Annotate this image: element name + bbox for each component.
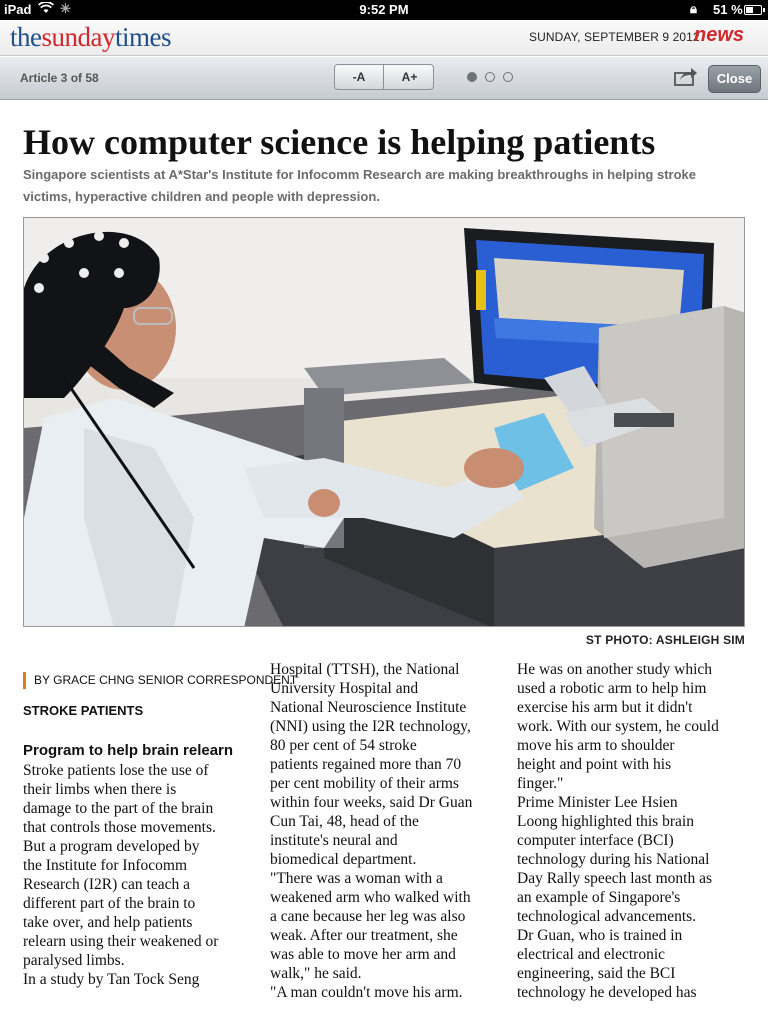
newspaper-logo: thesundaytimes bbox=[10, 22, 172, 52]
body-column-3: He was on another study which used a rob… bbox=[517, 661, 719, 1001]
body-column-1: Stroke patients lose the use of their li… bbox=[23, 762, 219, 988]
article-headline: How computer science is helping patients bbox=[23, 122, 656, 162]
share-icon[interactable] bbox=[674, 66, 698, 86]
page-dot[interactable] bbox=[503, 72, 513, 82]
reader-toolbar: Article 3 of 58 -A A+ Close bbox=[0, 57, 768, 100]
close-button[interactable]: Close bbox=[708, 65, 761, 93]
font-size-control: -A A+ bbox=[334, 64, 434, 90]
article-position: Article 3 of 58 bbox=[20, 71, 99, 85]
edition-date: SUNDAY, SEPTEMBER 9 2012 bbox=[529, 30, 700, 44]
section-label: news bbox=[694, 24, 745, 46]
battery-icon bbox=[744, 5, 765, 15]
masthead: thesundaytimes SUNDAY, SEPTEMBER 9 2012 … bbox=[0, 20, 768, 56]
status-bar: iPad ✳ 9:52 PM 🔒︎ 51 % bbox=[0, 0, 768, 20]
battery-level bbox=[746, 7, 753, 13]
page-dot[interactable] bbox=[485, 72, 495, 82]
article-photo bbox=[23, 217, 745, 627]
rotation-lock-icon: 🔒︎ bbox=[690, 1, 697, 16]
byline: BY GRACE CHNG SENIOR CORRESPONDENT bbox=[23, 672, 297, 689]
clock: 9:52 PM bbox=[359, 2, 409, 17]
increase-font-button[interactable]: A+ bbox=[385, 65, 433, 89]
section-kicker: STROKE PATIENTS bbox=[23, 703, 144, 718]
photo-credit: ST PHOTO: ASHLEIGH SIM bbox=[585, 633, 745, 647]
article-standfirst: Singapore scientists at A*Star's Institu… bbox=[23, 167, 696, 204]
body-column-2: Hospital (TTSH), the National University… bbox=[270, 661, 473, 1001]
page-dot[interactable] bbox=[467, 72, 477, 82]
article-subtitle: Program to help brain relearn bbox=[23, 742, 234, 759]
battery-percent: 51 % bbox=[713, 2, 743, 17]
decrease-font-button[interactable]: -A bbox=[335, 65, 384, 89]
